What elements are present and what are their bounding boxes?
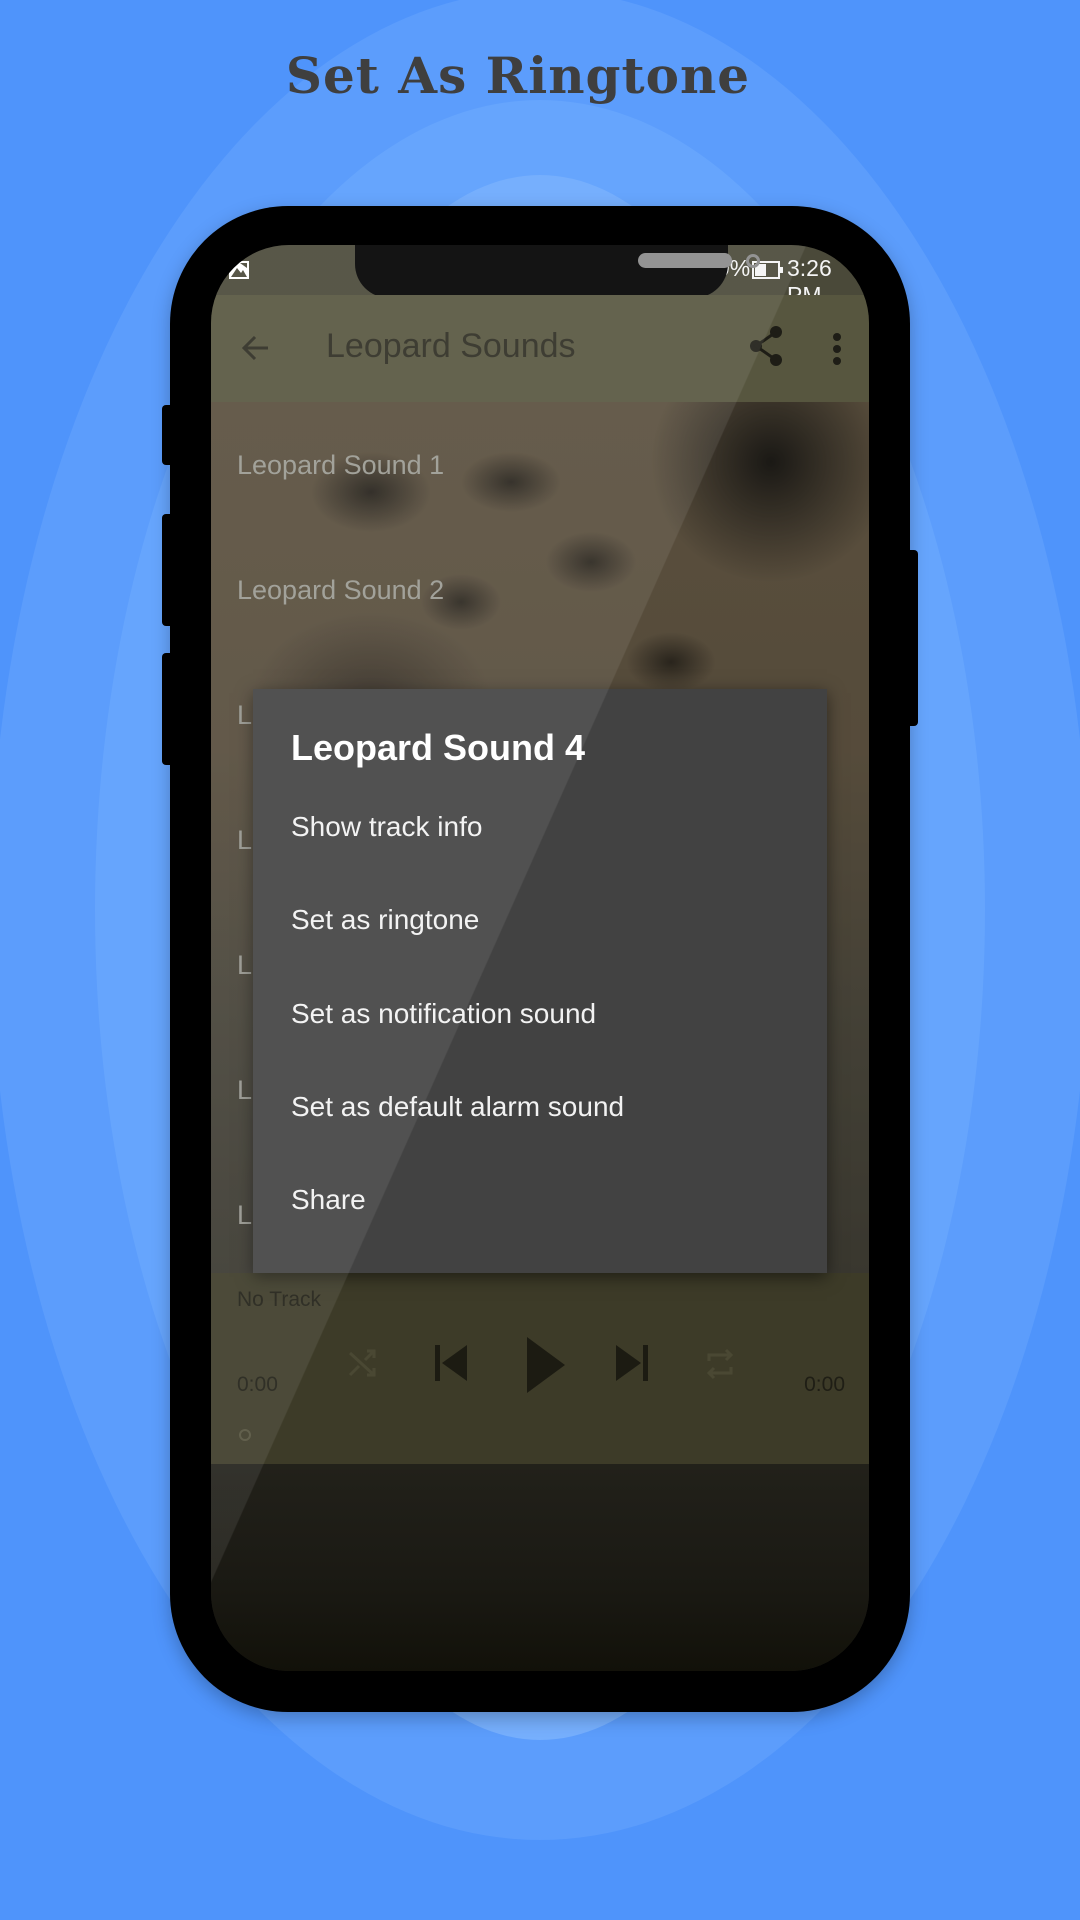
menu-item-set-alarm[interactable]: Set as default alarm sound <box>291 1091 624 1123</box>
dialog-title: Leopard Sound 4 <box>291 727 586 768</box>
seek-bar[interactable] <box>237 1429 843 1441</box>
track-name: No Track <box>237 1288 322 1311</box>
phone-screen: 9% 3:26 PM Leopard Sounds Leopard Sound … <box>211 245 869 1671</box>
phone-notch <box>355 245 760 298</box>
context-menu-dialog: Leopard Sound 4 Show track info Set as r… <box>253 689 827 1273</box>
elapsed-time: 0:00 <box>237 1373 278 1396</box>
repeat-icon[interactable] <box>705 1347 735 1381</box>
bottom-background-image <box>211 1464 869 1671</box>
list-item[interactable]: L <box>237 1200 252 1231</box>
arrow-left-icon[interactable] <box>241 333 271 363</box>
list-item[interactable]: Leopard Sound 2 <box>237 575 444 606</box>
share-icon[interactable] <box>749 325 783 367</box>
toolbar-title: Leopard Sounds <box>326 327 576 365</box>
list-item[interactable]: L <box>237 700 252 731</box>
play-icon[interactable] <box>527 1337 565 1393</box>
duration-time: 0:00 <box>804 1373 845 1396</box>
promo-title: Set As Ringtone <box>285 46 751 105</box>
skip-next-icon[interactable] <box>616 1345 648 1381</box>
menu-item-show-track-info[interactable]: Show track info <box>291 811 482 843</box>
speaker-grille <box>638 253 732 268</box>
menu-item-set-ringtone[interactable]: Set as ringtone <box>291 904 479 936</box>
menu-item-share[interactable]: Share <box>291 1184 366 1216</box>
list-item[interactable]: L <box>237 1075 252 1106</box>
list-item[interactable]: L <box>237 825 252 856</box>
list-item[interactable]: Leopard Sound 1 <box>237 450 444 481</box>
image-icon <box>229 261 249 279</box>
skip-previous-icon[interactable] <box>435 1345 467 1381</box>
list-item[interactable]: L <box>237 950 252 981</box>
more-vertical-icon[interactable] <box>832 333 842 365</box>
player-bar: No Track 0:00 0:00 <box>211 1273 869 1464</box>
menu-item-set-notification[interactable]: Set as notification sound <box>291 998 596 1030</box>
app-toolbar: Leopard Sounds <box>211 295 869 402</box>
front-camera <box>746 254 760 268</box>
seek-thumb[interactable] <box>239 1429 251 1441</box>
shuffle-icon[interactable] <box>347 1348 377 1378</box>
